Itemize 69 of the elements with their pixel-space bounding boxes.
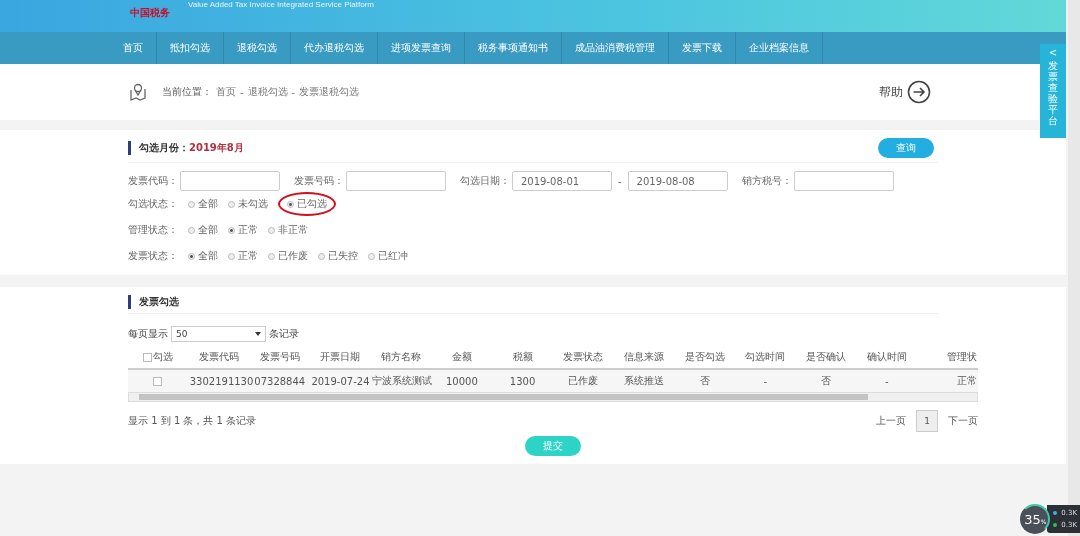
- table-cell: 2019-07-24: [311, 375, 370, 387]
- column-header: 税额: [512, 351, 533, 362]
- page-button[interactable]: 1: [916, 410, 938, 432]
- next-page-link[interactable]: 下一页: [948, 414, 978, 428]
- table-cell: 宁波系统测试: [371, 375, 432, 386]
- radio-option[interactable]: 正常: [228, 249, 258, 263]
- radio-option[interactable]: 未勾选: [228, 197, 268, 211]
- column-header: 发票状态: [563, 351, 604, 362]
- table-cell: -: [885, 375, 889, 387]
- table-cell: 正常: [957, 375, 977, 386]
- table-cell: 3302191130: [189, 375, 254, 387]
- breadcrumb-separator: -: [240, 86, 244, 98]
- page-size-dropdown[interactable]: 50: [171, 326, 266, 342]
- section-title: 发票勾选: [139, 296, 179, 307]
- breadcrumb-label: 当前位置：: [162, 85, 212, 99]
- table-cell: 否: [699, 375, 710, 386]
- column-header: 金额: [451, 351, 472, 362]
- breadcrumb-separator: -: [291, 86, 296, 98]
- field-label: 发票状态：: [128, 249, 178, 263]
- breadcrumb-link[interactable]: 退税勾选: [247, 85, 288, 99]
- column-header: 是否勾选: [684, 351, 725, 362]
- field-label: 勾选日期：: [460, 174, 510, 188]
- table-cell: 否: [821, 375, 832, 386]
- previous-page-link[interactable]: 上一页: [876, 414, 906, 428]
- table-cell: 07328844: [254, 375, 306, 387]
- radio-option[interactable]: 已作废: [268, 249, 308, 263]
- date-field[interactable]: 2019-08-08: [627, 171, 728, 191]
- column-header: 是否确认: [806, 351, 847, 362]
- radio-option[interactable]: 非正常: [268, 223, 308, 237]
- breadcrumb-link[interactable]: 首页: [216, 85, 236, 99]
- radio-option[interactable]: 已勾选: [278, 192, 336, 216]
- breadcrumb-link[interactable]: 发票退税勾选: [299, 85, 360, 99]
- field-label: 管理状态：: [128, 223, 178, 237]
- field-label: 发票代码：: [128, 174, 178, 188]
- table-cell: 10000: [445, 375, 478, 387]
- radio-option[interactable]: 全部: [188, 223, 218, 237]
- section-title: 勾选月份：: [139, 142, 189, 153]
- field-label: 发票号码：: [294, 174, 344, 188]
- table-cell: -: [763, 375, 768, 387]
- page-size-label: 每页显示: [128, 327, 168, 341]
- column-header: 管理状: [947, 351, 977, 362]
- column-header: 勾选: [153, 351, 174, 362]
- help-button[interactable]: 帮助: [879, 80, 931, 104]
- logo-text: 中国税务: [130, 6, 170, 20]
- page-size-suffix: 条记录: [269, 327, 299, 341]
- percent-value: 35: [1024, 512, 1041, 527]
- record-summary: 显示 1 到 1 条，共 1 条记录: [128, 414, 257, 428]
- side-tab-label: 发票查验平台: [1048, 60, 1058, 126]
- range-separator: -: [618, 175, 622, 187]
- column-header: 勾选时间: [745, 351, 786, 362]
- date-field[interactable]: 2019-08-01: [512, 171, 612, 191]
- column-header: 发票号码: [259, 351, 300, 362]
- radio-option[interactable]: 已失控: [318, 249, 358, 263]
- column-header: 开票日期: [320, 351, 361, 362]
- table-cell: 系统推送: [623, 375, 664, 386]
- column-header: 确认时间: [866, 351, 907, 362]
- month-value: 2019年8月: [189, 142, 244, 153]
- table-cell: 已作废: [568, 375, 599, 386]
- column-header: 销方名称: [381, 351, 422, 362]
- platform-subtitle: Value Added Tax Invoice Integrated Service Platform: [188, 0, 375, 9]
- table-cell: 1300: [509, 375, 536, 387]
- radio-option[interactable]: 全部: [188, 197, 218, 211]
- field-label: 销方税号：: [741, 174, 792, 188]
- radio-option[interactable]: 正常: [228, 223, 258, 237]
- radio-option[interactable]: 全部: [188, 249, 218, 263]
- radio-option[interactable]: 已红冲: [368, 249, 408, 263]
- field-label: 勾选状态：: [128, 197, 178, 211]
- column-header: 发票代码: [199, 351, 240, 362]
- column-header: 信息来源: [623, 351, 664, 362]
